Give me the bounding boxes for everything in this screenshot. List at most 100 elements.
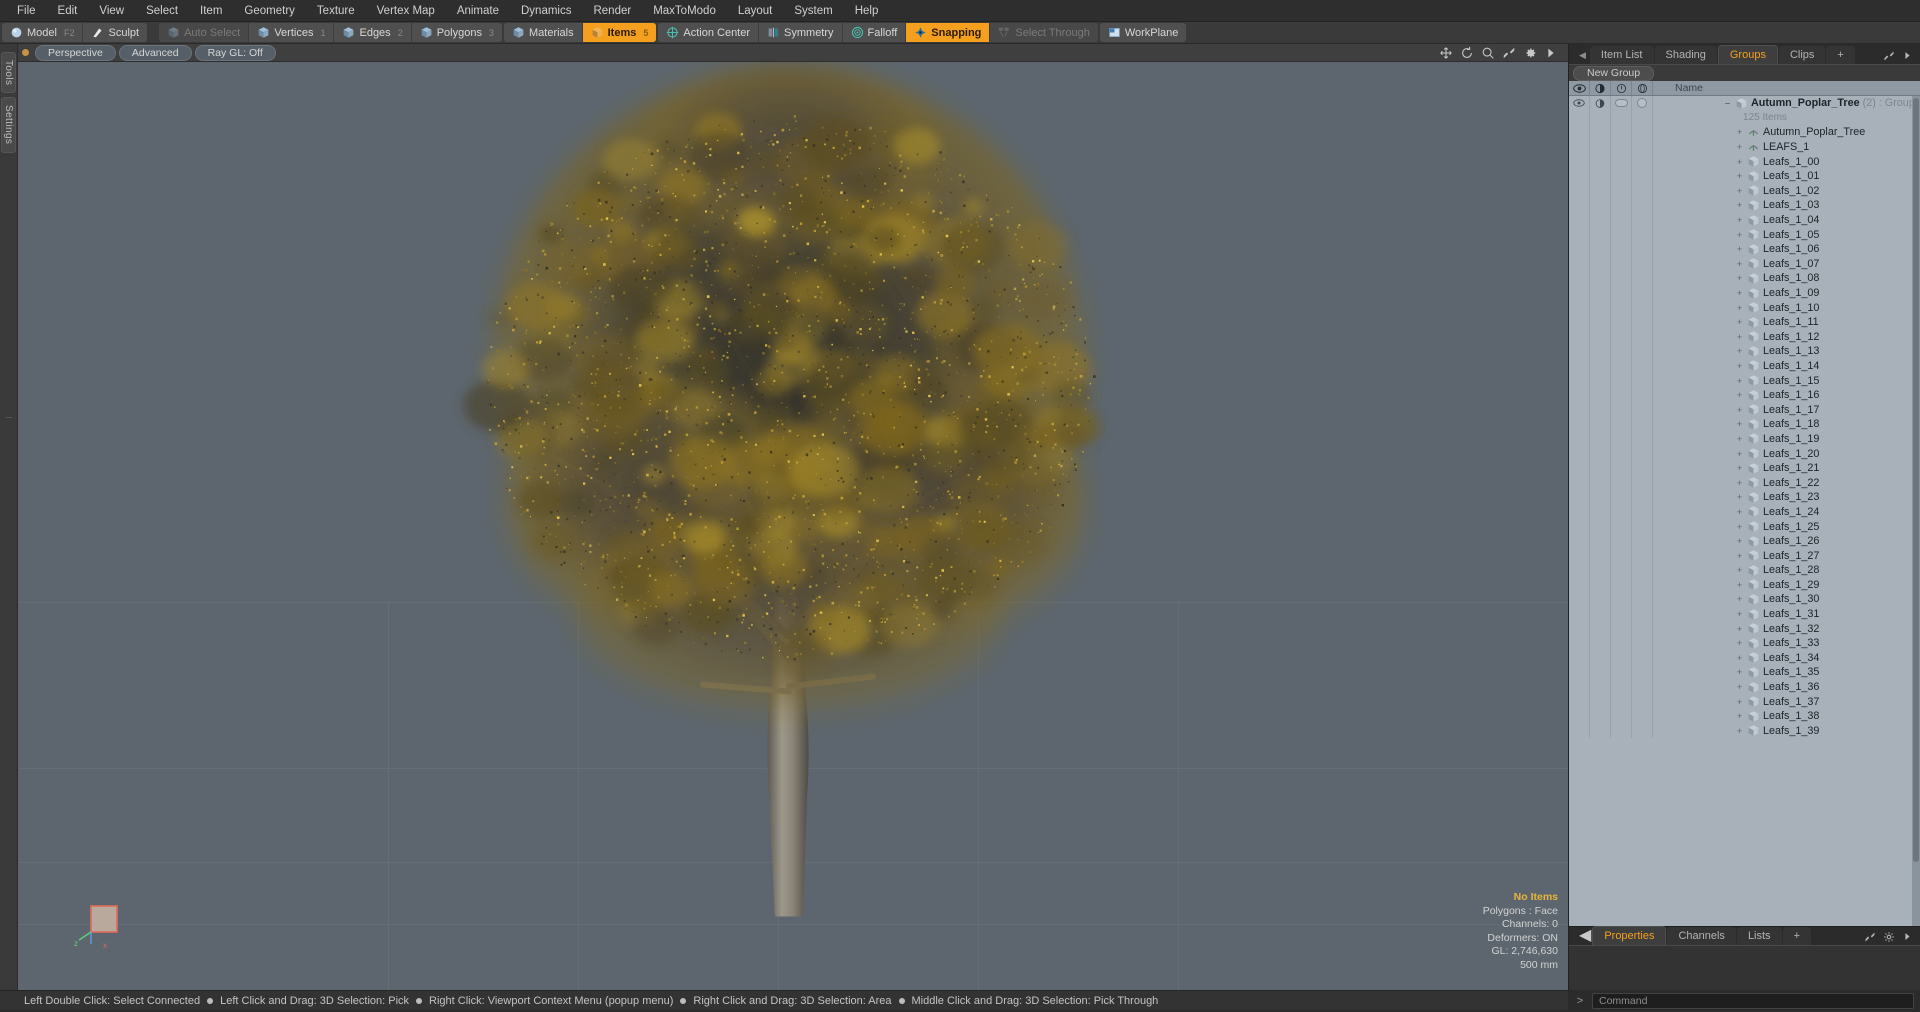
tab-[interactable]: + [1826, 46, 1855, 64]
row-toggle-visible[interactable] [1569, 504, 1590, 520]
list-item[interactable]: + Leafs_1_35 [1569, 665, 1920, 680]
list-item[interactable]: + Leafs_1_00 [1569, 154, 1920, 169]
row-toggle-visible[interactable] [1569, 344, 1590, 359]
bottom-tabs-scroll-left-icon[interactable]: ◀ [1579, 925, 1591, 945]
list-item[interactable]: + Leafs_1_37 [1569, 694, 1920, 709]
row-toggle-render[interactable] [1590, 431, 1611, 447]
toolbar-button-auto-select[interactable]: Auto Select [159, 23, 250, 42]
move-icon[interactable] [1439, 46, 1453, 60]
expand-toggle-icon[interactable]: + [1735, 273, 1744, 283]
row-toggle-visible[interactable] [1569, 694, 1590, 709]
list-item[interactable]: + Leafs_1_18 [1569, 417, 1920, 432]
row-toggle-lock[interactable] [1611, 256, 1632, 272]
chevron-right-icon[interactable] [1544, 46, 1558, 60]
column-visible[interactable] [1569, 81, 1590, 95]
row-toggle-wireframe[interactable] [1632, 139, 1653, 155]
row-toggle-lock[interactable] [1611, 446, 1632, 461]
row-toggle-visible[interactable] [1569, 154, 1590, 169]
row-toggle-wireframe[interactable] [1632, 285, 1653, 301]
list-item[interactable]: + Leafs_1_07 [1569, 256, 1920, 272]
expand-toggle-icon[interactable]: + [1735, 171, 1744, 181]
row-toggle-visible[interactable] [1569, 110, 1590, 126]
row-toggle-visible[interactable] [1569, 519, 1590, 534]
row-toggle-lock[interactable] [1611, 314, 1632, 330]
menu-item-view[interactable]: View [88, 2, 135, 20]
row-toggle-wireframe[interactable] [1632, 431, 1653, 447]
menu-item-file[interactable]: File [6, 2, 47, 20]
toolbar-button-symmetry[interactable]: Symmetry [759, 23, 843, 42]
axis-gizmo[interactable]: z x [73, 900, 137, 952]
expand-toggle-icon[interactable]: + [1735, 376, 1744, 386]
row-toggle-lock[interactable] [1611, 475, 1632, 491]
list-item[interactable]: + Leafs_1_27 [1569, 548, 1920, 563]
row-toggle-render[interactable] [1590, 154, 1611, 169]
row-toggle-wireframe[interactable] [1632, 665, 1653, 680]
row-toggle-wireframe[interactable] [1632, 241, 1653, 257]
expand-toggle-icon[interactable]: + [1735, 390, 1744, 400]
expand-toggle-icon[interactable]: + [1735, 244, 1744, 254]
row-toggle-wireframe[interactable] [1632, 650, 1653, 666]
row-toggle-render[interactable] [1590, 460, 1611, 476]
expand-toggle-icon[interactable]: + [1735, 157, 1744, 167]
row-toggle-lock[interactable] [1611, 96, 1632, 111]
expand-toggle-icon[interactable]: + [1735, 449, 1744, 459]
toolbar-button-workplane[interactable]: WorkPlane [1099, 23, 1187, 42]
row-toggle-visible[interactable] [1569, 475, 1590, 491]
row-toggle-wireframe[interactable] [1632, 490, 1653, 505]
list-item[interactable]: + Leafs_1_28 [1569, 563, 1920, 578]
row-toggle-wireframe[interactable] [1632, 168, 1653, 184]
list-item[interactable]: + Leafs_1_13 [1569, 344, 1920, 359]
row-toggle-visible[interactable] [1569, 168, 1590, 184]
tab-channels[interactable]: Channels [1667, 927, 1736, 945]
group-list-body[interactable]: – Autumn_Poplar_Tree (2): Group 125 Items + A… [1569, 96, 1920, 926]
rail-collapse-handle[interactable] [5, 416, 12, 418]
list-item[interactable]: + Leafs_1_24 [1569, 504, 1920, 520]
row-toggle-visible[interactable] [1569, 285, 1590, 301]
menu-item-edit[interactable]: Edit [47, 2, 89, 20]
row-toggle-lock[interactable] [1611, 490, 1632, 505]
row-toggle-visible[interactable] [1569, 271, 1590, 286]
toolbar-button-materials[interactable]: Materials [503, 23, 583, 42]
row-toggle-wireframe[interactable] [1632, 271, 1653, 286]
row-toggle-render[interactable] [1590, 635, 1611, 651]
menu-item-render[interactable]: Render [582, 2, 642, 20]
row-toggle-visible[interactable] [1569, 577, 1590, 593]
gear-icon[interactable] [1523, 46, 1537, 60]
row-toggle-render[interactable] [1590, 125, 1611, 140]
row-toggle-lock[interactable] [1611, 533, 1632, 549]
row-toggle-visible[interactable] [1569, 417, 1590, 432]
row-toggle-lock[interactable] [1611, 183, 1632, 199]
row-toggle-wireframe[interactable] [1632, 96, 1653, 111]
row-toggle-lock[interactable] [1611, 460, 1632, 476]
row-toggle-render[interactable] [1590, 533, 1611, 549]
row-toggle-wireframe[interactable] [1632, 723, 1653, 739]
row-toggle-wireframe[interactable] [1632, 198, 1653, 213]
list-item[interactable]: + Leafs_1_08 [1569, 271, 1920, 286]
row-toggle-lock[interactable] [1611, 723, 1632, 739]
tab-groups[interactable]: Groups [1717, 45, 1778, 64]
new-group-button[interactable]: New Group [1573, 65, 1655, 81]
expand-toggle-icon[interactable]: – [1723, 98, 1732, 108]
row-toggle-lock[interactable] [1611, 519, 1632, 534]
row-toggle-render[interactable] [1590, 329, 1611, 345]
row-toggle-lock[interactable] [1611, 358, 1632, 374]
expand-icon[interactable] [1883, 50, 1895, 62]
row-toggle-lock[interactable] [1611, 212, 1632, 228]
row-toggle-lock[interactable] [1611, 139, 1632, 155]
row-toggle-render[interactable] [1590, 139, 1611, 155]
list-item[interactable]: + Leafs_1_39 [1569, 723, 1920, 739]
row-toggle-render[interactable] [1590, 110, 1611, 126]
tab-[interactable]: + [1782, 927, 1811, 945]
row-toggle-lock[interactable] [1611, 548, 1632, 563]
list-item[interactable]: + Leafs_1_06 [1569, 241, 1920, 257]
row-toggle-lock[interactable] [1611, 198, 1632, 213]
list-item[interactable]: + Leafs_1_21 [1569, 460, 1920, 476]
menu-item-dynamics[interactable]: Dynamics [510, 2, 582, 20]
row-toggle-render[interactable] [1590, 314, 1611, 330]
row-toggle-visible[interactable] [1569, 198, 1590, 213]
group-header-row[interactable]: – Autumn_Poplar_Tree (2): Group [1569, 96, 1920, 111]
tab-clips[interactable]: Clips [1778, 46, 1826, 64]
expand-toggle-icon[interactable]: + [1735, 653, 1744, 663]
row-toggle-render[interactable] [1590, 708, 1611, 724]
row-toggle-lock[interactable] [1611, 431, 1632, 447]
